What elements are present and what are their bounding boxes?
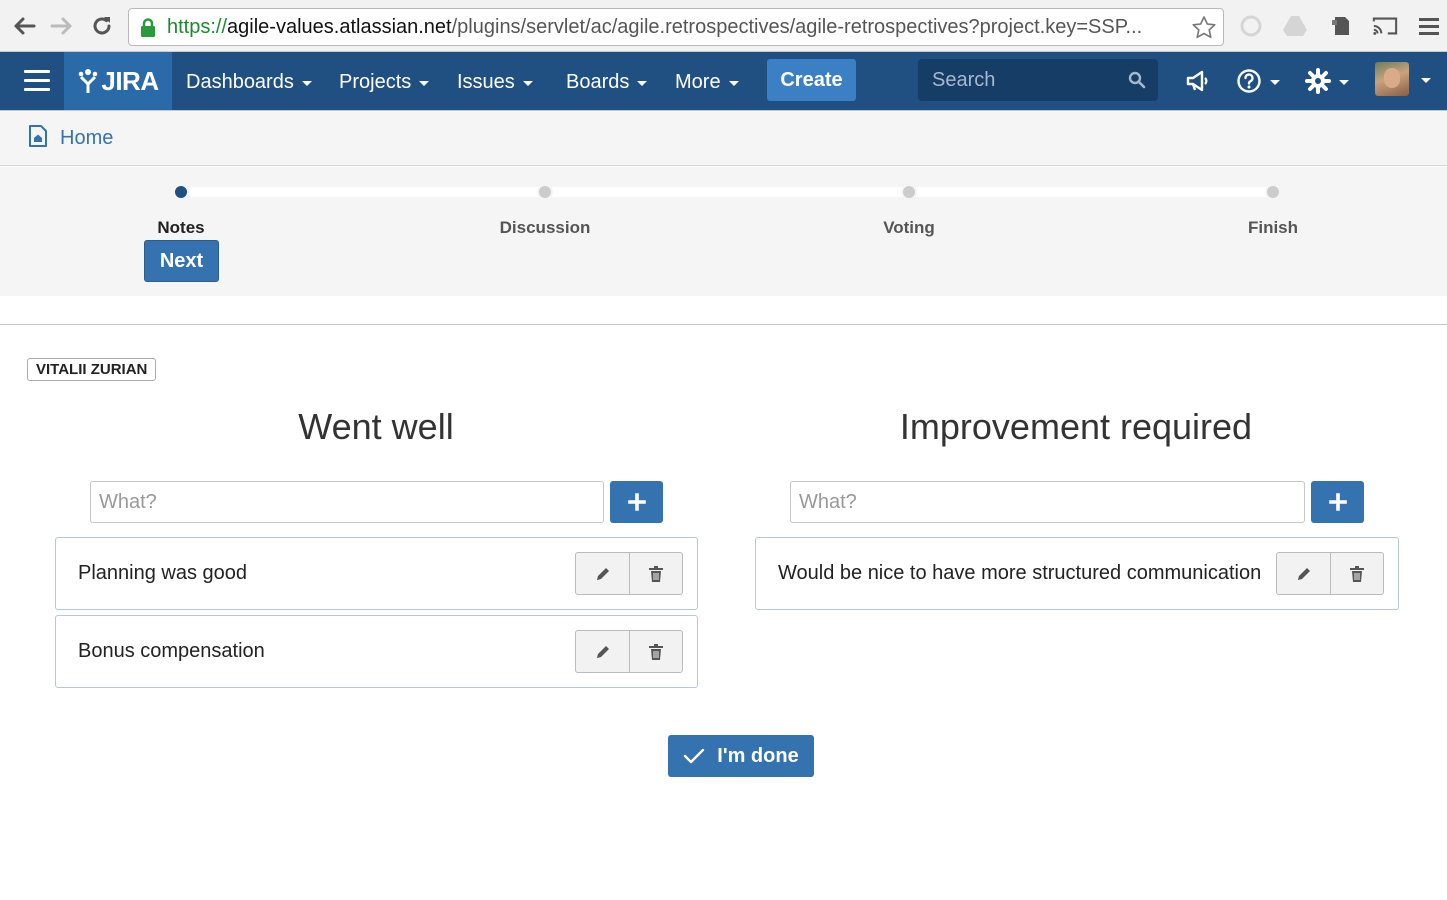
pencil-icon xyxy=(596,567,609,580)
improvement-add-button[interactable] xyxy=(1311,481,1364,523)
improvement-input[interactable] xyxy=(790,481,1305,523)
menu-issues[interactable]: Issues xyxy=(457,68,533,96)
step-dot-notes[interactable] xyxy=(173,184,189,200)
pencil-icon xyxy=(596,645,609,658)
note-actions xyxy=(1276,552,1384,595)
chevron-down-icon xyxy=(1421,77,1431,83)
breadcrumb-home-link[interactable]: Home xyxy=(60,127,113,150)
step-label-discussion: Discussion xyxy=(499,218,591,237)
im-done-label: I'm done xyxy=(717,744,799,767)
menu-projects-label: Projects xyxy=(339,70,412,93)
stepper-track xyxy=(182,187,1273,197)
forward-arrow-icon[interactable] xyxy=(48,12,76,40)
menu-dashboards-label: Dashboards xyxy=(186,70,294,93)
menu-more[interactable]: More xyxy=(675,68,739,96)
went-well-input[interactable] xyxy=(90,481,604,523)
url-text: https://agile-values.atlassian.net/plugi… xyxy=(167,16,1142,39)
menu-projects[interactable]: Projects xyxy=(339,68,430,96)
bookmark-star-icon[interactable] xyxy=(1191,15,1217,45)
trash-icon xyxy=(649,565,663,582)
edit-note-button[interactable] xyxy=(576,631,629,672)
step-label-voting: Voting xyxy=(883,218,935,237)
url-protocol: https:// xyxy=(167,15,228,38)
delete-note-button[interactable] xyxy=(1330,553,1383,594)
step-label-finish: Finish xyxy=(1247,218,1299,237)
next-button[interactable]: Next xyxy=(144,240,219,282)
delete-note-button[interactable] xyxy=(629,553,682,594)
pencil-icon xyxy=(1297,567,1310,580)
menu-boards[interactable]: Boards xyxy=(566,68,648,96)
user-name-badge: VITALII ZURIAN xyxy=(27,358,157,381)
note-text: Bonus compensation xyxy=(78,640,265,662)
section-divider xyxy=(0,324,1447,325)
browser-toolbar: https://agile-values.atlassian.net/plugi… xyxy=(0,0,1447,52)
user-avatar[interactable] xyxy=(1375,62,1431,96)
chevron-down-icon xyxy=(419,80,430,86)
chevron-down-icon xyxy=(522,80,533,86)
im-done-button[interactable]: I'm done xyxy=(668,735,814,777)
trash-icon xyxy=(649,643,663,660)
address-bar[interactable]: https://agile-values.atlassian.net/plugi… xyxy=(128,8,1224,46)
megaphone-icon[interactable] xyxy=(1185,66,1211,96)
plus-icon xyxy=(627,493,646,511)
jira-logo[interactable]: JIRA xyxy=(64,52,172,110)
avatar xyxy=(1375,62,1409,96)
menu-boards-label: Boards xyxy=(566,70,630,93)
note-card: Would be nice to have more structured co… xyxy=(755,537,1399,610)
note-card: Planning was good xyxy=(55,537,698,610)
trash-icon xyxy=(1350,565,1364,582)
note-text: Would be nice to have more structured co… xyxy=(778,562,1262,584)
back-arrow-icon[interactable] xyxy=(10,12,38,40)
hamburger-menu-icon[interactable] xyxy=(24,70,50,92)
browser-menu-icon[interactable] xyxy=(1416,13,1442,39)
column-title-went-well: Went well xyxy=(298,406,454,447)
breadcrumb: Home xyxy=(0,110,1447,166)
search-input[interactable]: Search xyxy=(918,59,1158,101)
jira-logo-text: JIRA xyxy=(101,65,159,96)
search-icon[interactable] xyxy=(1128,71,1146,95)
plus-icon xyxy=(1328,493,1347,511)
chevron-down-icon xyxy=(637,80,648,86)
jira-header: JIRA Dashboards Projects Issues Boards M… xyxy=(0,52,1447,110)
evernote-icon[interactable] xyxy=(1328,13,1354,39)
step-dot-voting[interactable] xyxy=(901,184,917,200)
jira-logo-icon xyxy=(79,69,98,93)
note-actions xyxy=(575,630,683,673)
menu-issues-label: Issues xyxy=(457,70,515,93)
checkmark-icon xyxy=(684,748,705,764)
chevron-down-icon xyxy=(301,80,312,86)
retro-stepper: Notes Discussion Voting Finish Next xyxy=(0,167,1447,296)
note-actions xyxy=(575,552,683,595)
delete-note-button[interactable] xyxy=(629,631,682,672)
reload-icon[interactable] xyxy=(88,12,116,40)
drive-icon[interactable] xyxy=(1282,13,1308,39)
edit-note-button[interactable] xyxy=(576,553,629,594)
search-placeholder: Search xyxy=(932,68,996,91)
step-label-notes: Notes xyxy=(157,218,205,237)
chevron-down-icon xyxy=(728,80,739,86)
menu-more-label: More xyxy=(675,70,721,93)
url-path: /plugins/servlet/ac/agile.retrospectives… xyxy=(451,15,1143,38)
create-button[interactable]: Create xyxy=(767,59,856,101)
note-text: Planning was good xyxy=(78,562,248,584)
step-dot-finish[interactable] xyxy=(1265,184,1281,200)
gear-icon[interactable] xyxy=(1305,66,1349,96)
home-page-icon[interactable] xyxy=(28,124,48,153)
url-host: agile-values.atlassian.net xyxy=(227,15,452,38)
note-card: Bonus compensation xyxy=(55,615,698,688)
edit-note-button[interactable] xyxy=(1277,553,1330,594)
went-well-add-button[interactable] xyxy=(610,481,663,523)
column-title-improvement-required: Improvement required xyxy=(899,406,1253,447)
chevron-down-icon xyxy=(1339,79,1349,85)
step-dot-discussion[interactable] xyxy=(537,184,553,200)
extension-refresh-icon[interactable] xyxy=(1238,13,1264,39)
menu-dashboards[interactable]: Dashboards xyxy=(186,68,312,96)
lock-icon xyxy=(139,18,157,43)
help-icon[interactable] xyxy=(1236,66,1280,96)
chevron-down-icon xyxy=(1270,79,1280,85)
cast-icon[interactable] xyxy=(1372,13,1398,39)
